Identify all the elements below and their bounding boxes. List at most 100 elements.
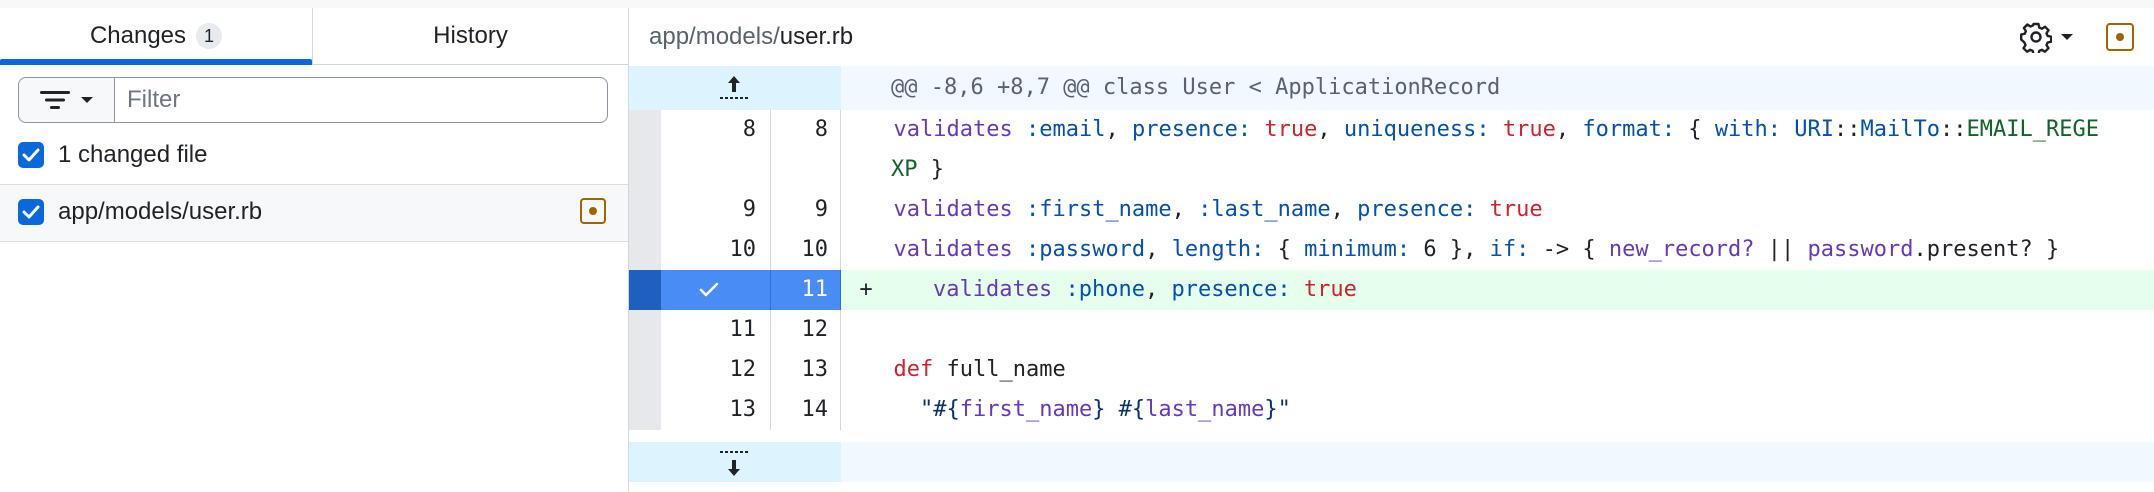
filter-row — [18, 77, 608, 125]
diff-line-added[interactable]: 11 + validates :phone, presence: true — [629, 270, 2154, 310]
line-select-gutter[interactable] — [629, 190, 661, 230]
code-token: presence: — [1171, 277, 1291, 302]
diff-path-filename: user.rb — [779, 23, 854, 50]
code-token: :password — [1025, 237, 1146, 262]
code-token: validates — [933, 277, 1053, 302]
diff-line[interactable]: 11 12 — [629, 310, 2154, 350]
code-token: MailTo — [1860, 117, 1941, 142]
code-token: :last_name — [1198, 197, 1331, 222]
diff-path-directory: app/models/ — [649, 23, 780, 50]
old-line-number: 12 — [661, 350, 771, 390]
new-line-number: 13 — [771, 350, 841, 390]
code-token: 6 }, — [1410, 237, 1490, 262]
code-token: :email — [1025, 117, 1106, 142]
code-token: { — [1675, 117, 1715, 142]
diff-line[interactable]: 88 validates :email, presence: true, uni… — [629, 110, 2154, 150]
changes-sidebar: Changes 1 History 1 changed file app/m — [0, 8, 629, 492]
code-token: }" — [1264, 397, 1291, 422]
hunk-header: @@ -8,6 +8,7 @@ class User < Application… — [629, 66, 2154, 110]
code-text: def full_name — [841, 350, 2154, 390]
code-token: if: — [1489, 237, 1530, 262]
changes-count-badge: 1 — [196, 23, 223, 49]
new-line-number: 14 — [771, 390, 841, 430]
tab-history-label: History — [433, 22, 508, 49]
diff-settings-button[interactable] — [2020, 20, 2074, 54]
new-line-number: 11 — [771, 270, 841, 310]
code-token: URI — [1794, 117, 1835, 142]
code-token: , — [1144, 277, 1172, 302]
code-token: true — [1489, 197, 1543, 222]
code-token: XP — [891, 157, 918, 182]
tab-changes[interactable]: Changes 1 — [0, 8, 313, 65]
code-token: , — [1555, 117, 1583, 142]
code-token: :: — [1940, 117, 1967, 142]
select-all-checkbox[interactable] — [18, 142, 44, 168]
code-token: with: — [1714, 117, 1782, 142]
code-token: format: — [1582, 117, 1676, 142]
code-text: XP } — [841, 150, 2154, 190]
diff-line[interactable]: XP } — [629, 150, 2154, 190]
diff-file-path: app/models/user.rb — [649, 8, 853, 66]
code-token: EMAIL_REGE — [1966, 117, 2099, 142]
filter-input[interactable] — [114, 77, 608, 123]
expand-up-icon — [720, 76, 748, 99]
sidebar-tabs: Changes 1 History — [0, 8, 628, 65]
chevron-down-icon — [80, 97, 93, 103]
old-line-number: 11 — [661, 310, 771, 350]
code-token: presence: — [1131, 117, 1252, 142]
old-line-number: 8 — [661, 110, 771, 150]
checkmark-icon — [22, 205, 40, 219]
code-token: :: — [1834, 117, 1861, 142]
code-token: , — [1317, 117, 1344, 142]
diff-line[interactable]: 99 validates :first_name, :last_name, pr… — [629, 190, 2154, 230]
changed-files-summary: 1 changed file — [58, 141, 208, 168]
diff-line[interactable]: 10 10 validates :password, length: { mini… — [629, 230, 2154, 270]
code-token: || — [1754, 237, 1808, 262]
filter-options-button[interactable] — [18, 77, 114, 123]
new-line-number: 10 — [771, 230, 841, 270]
hunk-footer-spacer — [841, 442, 2154, 482]
new-line-number: 9 — [771, 190, 841, 230]
checkmark-icon — [22, 148, 40, 162]
line-select-gutter[interactable] — [629, 150, 661, 190]
active-tab-indicator — [0, 59, 312, 65]
code-token: , — [1330, 197, 1358, 222]
expand-up-button[interactable] — [629, 66, 842, 110]
code-token: uniqueness: — [1343, 117, 1490, 142]
line-select-gutter[interactable] — [629, 350, 661, 390]
diff-added-marker: + — [859, 277, 873, 302]
chevron-down-icon — [2061, 34, 2073, 40]
old-line-number: 9 — [661, 190, 771, 230]
new-line-number — [771, 150, 841, 190]
expand-down-button[interactable] — [629, 442, 842, 482]
line-select-gutter[interactable] — [629, 310, 661, 350]
code-token: new_record? — [1608, 237, 1755, 262]
line-select-gutter[interactable] — [629, 390, 661, 430]
old-line-number — [661, 150, 771, 190]
code-token: , — [1105, 117, 1132, 142]
tab-history[interactable]: History — [313, 8, 628, 64]
diff-line[interactable]: 12 13 def full_name — [629, 350, 2154, 390]
code-token: } — [917, 157, 944, 182]
code-token: -> { — [1529, 237, 1609, 262]
file-modified-icon — [2106, 23, 2134, 51]
file-checkbox[interactable] — [18, 199, 44, 225]
diff-viewer: app/models/user.rb @@ -8,6 +8,7 @@ class… — [629, 8, 2154, 492]
code-text: "#{first_name} #{last_name}" — [841, 390, 2154, 430]
line-select-gutter[interactable] — [629, 110, 661, 150]
code-token: true — [1303, 277, 1357, 302]
file-modified-icon — [580, 198, 606, 224]
code-token: validates — [893, 117, 1013, 142]
filter-icon — [39, 91, 70, 109]
line-select-gutter[interactable] — [629, 230, 661, 270]
code-text: validates :first_name, :last_name, prese… — [841, 190, 2154, 230]
old-line-number — [661, 270, 771, 310]
diff-line[interactable]: 13 14 "#{first_name} #{last_name}" — [629, 390, 2154, 430]
file-list-item[interactable]: app/models/user.rb — [0, 184, 628, 242]
line-select-gutter[interactable] — [629, 270, 661, 310]
